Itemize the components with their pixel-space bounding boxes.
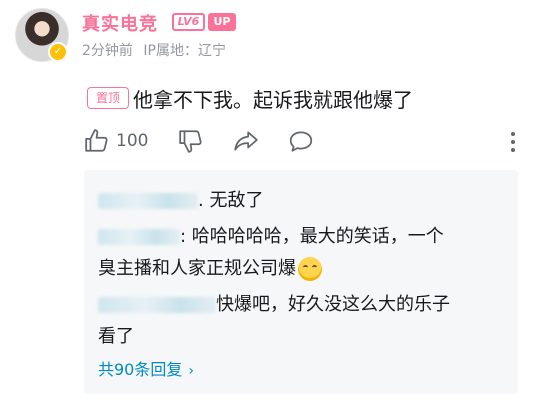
view-all-label: 共90条回复: [98, 360, 183, 379]
blurred-username: [98, 229, 180, 245]
chevron-right-icon: ›: [188, 363, 194, 379]
blurred-username: [98, 193, 198, 209]
pinned-badge: 置顶: [87, 87, 129, 109]
thumbs-down-icon[interactable]: [178, 128, 204, 154]
reply-continuation: 臭主播和人家正规公司爆: [98, 254, 322, 281]
comment-text: 他拿不下我。起诉我就跟他爆了: [133, 88, 413, 112]
reply-item[interactable]: : 哈哈哈哈哈，最大的笑话，一个: [98, 222, 444, 248]
reply-item[interactable]: . 无敌了: [98, 186, 263, 212]
reply-text: . 无敌了: [198, 190, 264, 211]
more-vertical-icon[interactable]: [509, 130, 517, 154]
reply-text: : 哈哈哈哈哈，最大的笑话，一个: [180, 226, 444, 247]
verified-badge-icon: ✓: [48, 42, 68, 62]
share-icon[interactable]: [233, 128, 259, 154]
level-badge: LV6: [172, 13, 205, 31]
post-meta: 2分钟前 IP属地：辽宁: [82, 40, 232, 60]
laugh-cry-emoji: [298, 257, 322, 281]
reply-text: 看了: [98, 326, 134, 347]
comment-icon[interactable]: [288, 128, 314, 154]
view-all-replies-link[interactable]: 共90条回复 ›: [98, 356, 194, 380]
username[interactable]: 真实电竞: [82, 10, 158, 36]
up-badge: UP: [208, 13, 236, 31]
reply-text: 臭主播和人家正规公司爆: [98, 258, 296, 279]
ip-location: IP属地：辽宁: [143, 43, 226, 59]
reply-item[interactable]: 快爆吧，好久没这么大的乐子: [98, 290, 450, 316]
timestamp: 2分钟前: [82, 43, 133, 59]
reply-continuation: 看了: [98, 322, 134, 348]
action-row: 100: [84, 128, 524, 156]
reply-text: 快爆吧，好久没这么大的乐子: [216, 294, 450, 315]
like-count: 100: [116, 131, 149, 151]
thumbs-up-icon[interactable]: [84, 128, 110, 154]
replies-panel: . 无敌了 : 哈哈哈哈哈，最大的笑话，一个 臭主播和人家正规公司爆 快爆吧，好…: [84, 170, 518, 394]
blurred-username: [98, 297, 216, 313]
